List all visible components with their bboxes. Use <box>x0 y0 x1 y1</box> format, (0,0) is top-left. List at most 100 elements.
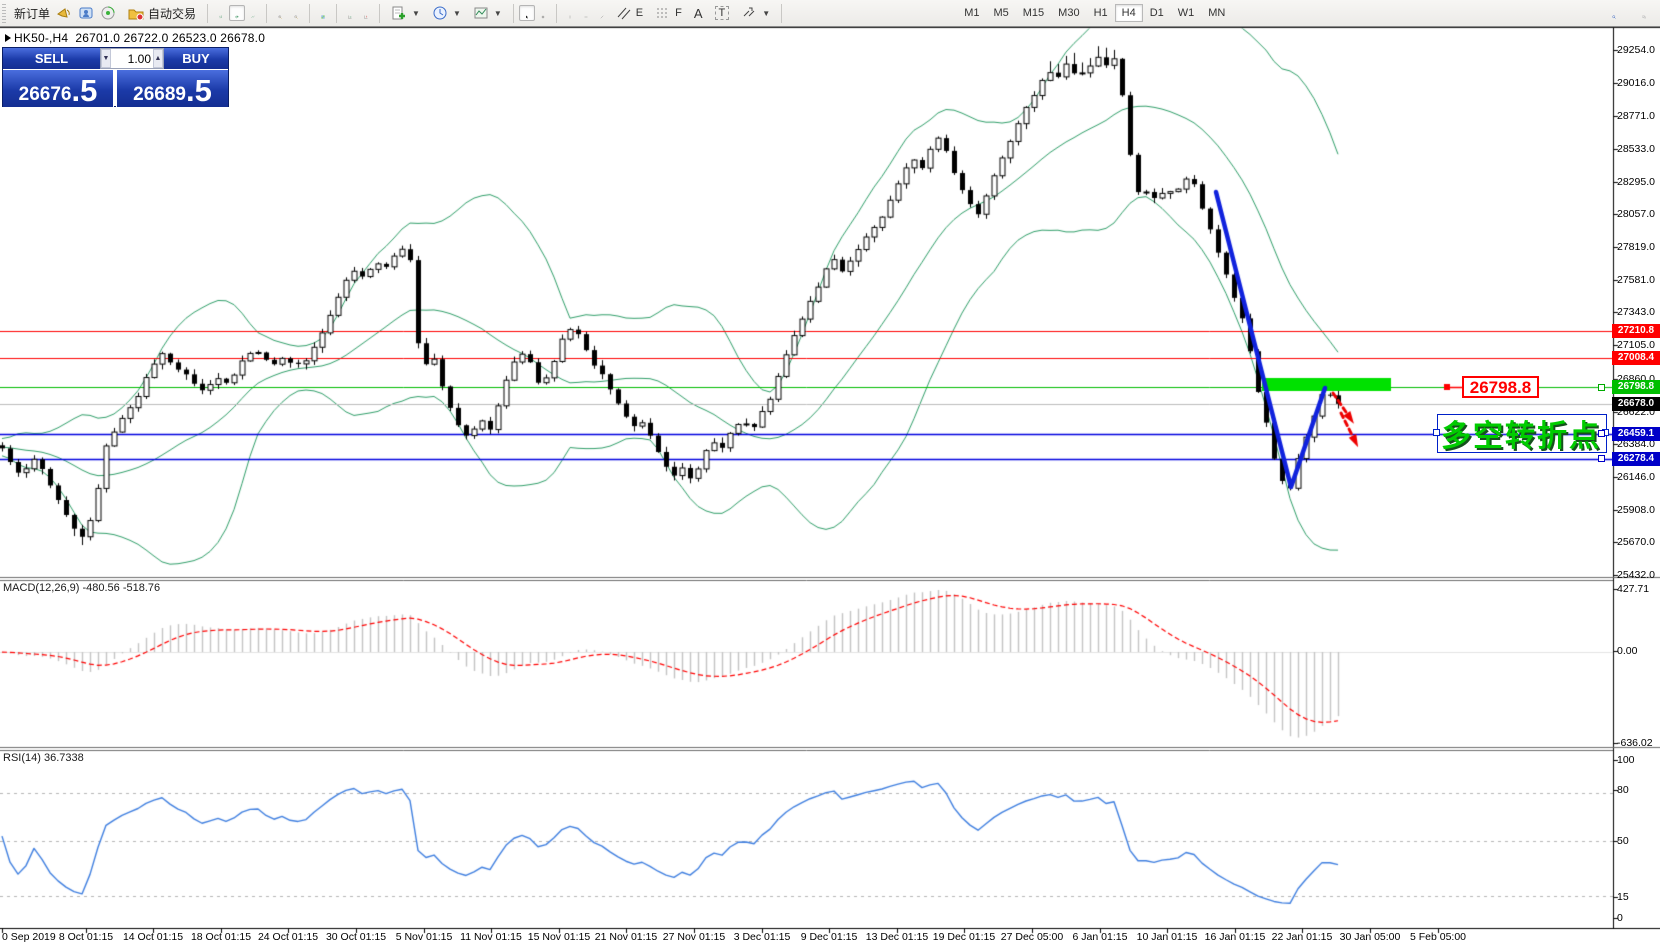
volume-input[interactable] <box>111 49 153 68</box>
rsi-axis-label: 100 <box>1617 754 1635 766</box>
timeframe-d1[interactable]: D1 <box>1143 4 1171 22</box>
date-axis-label: 30 Jan 05:00 <box>1340 931 1401 943</box>
date-axis-label: 30 Oct 01:15 <box>326 931 386 943</box>
buy-button[interactable]: BUY <box>164 48 228 69</box>
chat-icon[interactable] <box>1636 5 1652 21</box>
symbol-ohlc-line: HK50-,H4 26701.0 26722.0 26523.0 26678.0 <box>14 31 265 45</box>
buy-price-main: 26689 <box>133 85 186 104</box>
timeframe-m30[interactable]: M30 <box>1051 4 1086 22</box>
label-letter: T <box>715 6 730 20</box>
date-axis-label: 6 Jan 01:15 <box>1073 931 1128 943</box>
text-handle-left[interactable] <box>1433 429 1440 436</box>
new-order-label: 新订单 <box>14 5 50 22</box>
new-order-button[interactable]: 新订单 <box>8 3 56 23</box>
fibonacci-icon[interactable]: F <box>649 3 688 23</box>
tile-windows-icon[interactable] <box>315 5 331 21</box>
macd-axis-label: -636.02 <box>1617 737 1653 749</box>
arrows-tool-icon[interactable]: ▼ <box>735 3 776 23</box>
sell-button[interactable]: SELL <box>3 48 100 69</box>
date-axis-label: 18 Oct 01:15 <box>191 931 251 943</box>
blue-line-handle-2[interactable] <box>1598 455 1605 462</box>
autotrading-button[interactable]: 自动交易 <box>122 3 202 23</box>
chart-canvas[interactable] <box>0 0 1660 946</box>
timeframe-mn[interactable]: MN <box>1201 4 1232 22</box>
channel-letter: E <box>636 7 643 19</box>
macd-axis-label: 427.71 <box>1617 583 1649 595</box>
macd-label: MACD(12,26,9) -480.56 -518.76 <box>3 582 160 594</box>
timeframe-m15[interactable]: M15 <box>1016 4 1051 22</box>
date-axis-label: 5 Feb 05:00 <box>1410 931 1466 943</box>
price-axis-label: 29016.0 <box>1617 77 1655 89</box>
date-axis-label: 24 Oct 01:15 <box>258 931 318 943</box>
candlestick-chart-icon[interactable] <box>229 5 245 21</box>
timeframe-m5[interactable]: M5 <box>986 4 1015 22</box>
price-tag: 27210.8 <box>1612 324 1660 338</box>
price-tag: 27008.4 <box>1612 351 1660 365</box>
indicators-add-icon[interactable]: ▼ <box>385 3 426 23</box>
periods-clock-icon[interactable]: ▼ <box>426 3 467 23</box>
channel-icon[interactable]: E <box>610 3 649 23</box>
date-axis-label: 19 Dec 01:15 <box>933 931 995 943</box>
panel-collapse-arrow[interactable] <box>5 34 11 42</box>
blue-line-handle-1[interactable] <box>1598 430 1605 437</box>
line-chart-icon[interactable] <box>245 5 261 21</box>
date-axis-label: 0 Sep 2019 <box>2 931 56 943</box>
date-axis-label: 11 Nov 01:15 <box>460 931 522 943</box>
auto-scroll-icon[interactable] <box>342 5 358 21</box>
price-axis-label: 27105.0 <box>1617 339 1655 351</box>
chart-shift-icon[interactable] <box>358 5 374 21</box>
bar-chart-icon[interactable] <box>213 5 229 21</box>
rsi-axis-label: 15 <box>1617 891 1629 903</box>
price-axis-label: 29254.0 <box>1617 44 1655 56</box>
price-tag: 26678.0 <box>1612 397 1660 411</box>
date-axis-label: 22 Jan 01:15 <box>1272 931 1333 943</box>
sell-price-main: 26676 <box>19 85 72 104</box>
crosshair-icon[interactable] <box>535 5 551 21</box>
date-axis-label: 15 Nov 01:15 <box>528 931 590 943</box>
timeframe-m1[interactable]: M1 <box>957 4 986 22</box>
search-icon[interactable] <box>1606 5 1622 21</box>
toolbar: 新订单 自动交易 ▼ ▼ ▼ E F A T ▼ M1M5M15M30H1H4D… <box>0 0 1660 27</box>
price-axis-label: 26146.0 <box>1617 471 1655 483</box>
trendline-icon[interactable] <box>594 5 610 21</box>
symbol-name: HK50-,H4 <box>14 31 68 45</box>
zoom-out-icon[interactable] <box>288 5 304 21</box>
volume-stepper: ▼ ▲ <box>100 48 164 69</box>
cursor-icon[interactable] <box>519 5 535 21</box>
volume-up-button[interactable]: ▲ <box>153 49 163 68</box>
date-axis-label: 16 Jan 01:15 <box>1205 931 1266 943</box>
date-axis-label: 8 Oct 01:15 <box>59 931 113 943</box>
text-tool-icon[interactable]: A <box>688 3 709 23</box>
sell-price[interactable]: 26676.5 <box>3 69 114 107</box>
timeframe-h1[interactable]: H1 <box>1087 4 1115 22</box>
zoom-in-icon[interactable] <box>272 5 288 21</box>
horizontal-line-icon[interactable] <box>578 5 594 21</box>
price-tag: 26278.4 <box>1612 452 1660 466</box>
templates-icon[interactable]: ▼ <box>467 3 508 23</box>
date-axis-label: 14 Oct 01:15 <box>123 931 183 943</box>
date-axis-label: 27 Nov 01:15 <box>663 931 725 943</box>
price-tag: 26798.8 <box>1612 380 1660 394</box>
price-axis-label: 28533.0 <box>1617 143 1655 155</box>
autotrading-label: 自动交易 <box>148 5 196 22</box>
signals-icon[interactable] <box>100 5 116 21</box>
price-axis-label: 25670.0 <box>1617 536 1655 548</box>
timeframe-w1[interactable]: W1 <box>1171 4 1202 22</box>
volume-down-button[interactable]: ▼ <box>101 49 111 68</box>
buy-price[interactable]: 26689.5 <box>116 69 228 107</box>
buy-price-pip: .5 <box>186 79 212 104</box>
timeframe-h4[interactable]: H4 <box>1115 4 1143 22</box>
vertical-line-icon[interactable] <box>562 5 578 21</box>
timeframe-bar: M1M5M15M30H1H4D1W1MN <box>957 4 1232 22</box>
cn-annotation-text[interactable]: 多空转折点 <box>1441 411 1601 455</box>
price-axis-label: 27343.0 <box>1617 306 1655 318</box>
rsi-axis-label: 50 <box>1617 835 1629 847</box>
megaphone-icon[interactable] <box>56 5 72 21</box>
date-axis-label: 27 Dec 05:00 <box>1001 931 1063 943</box>
text-label-tool-icon[interactable]: T <box>709 3 736 23</box>
community-icon[interactable] <box>78 5 94 21</box>
toolbar-grip <box>2 4 6 23</box>
green-line-handle[interactable] <box>1598 384 1605 391</box>
price-callout-box[interactable]: 26798.8 <box>1462 376 1539 398</box>
price-axis-label: 28771.0 <box>1617 110 1655 122</box>
